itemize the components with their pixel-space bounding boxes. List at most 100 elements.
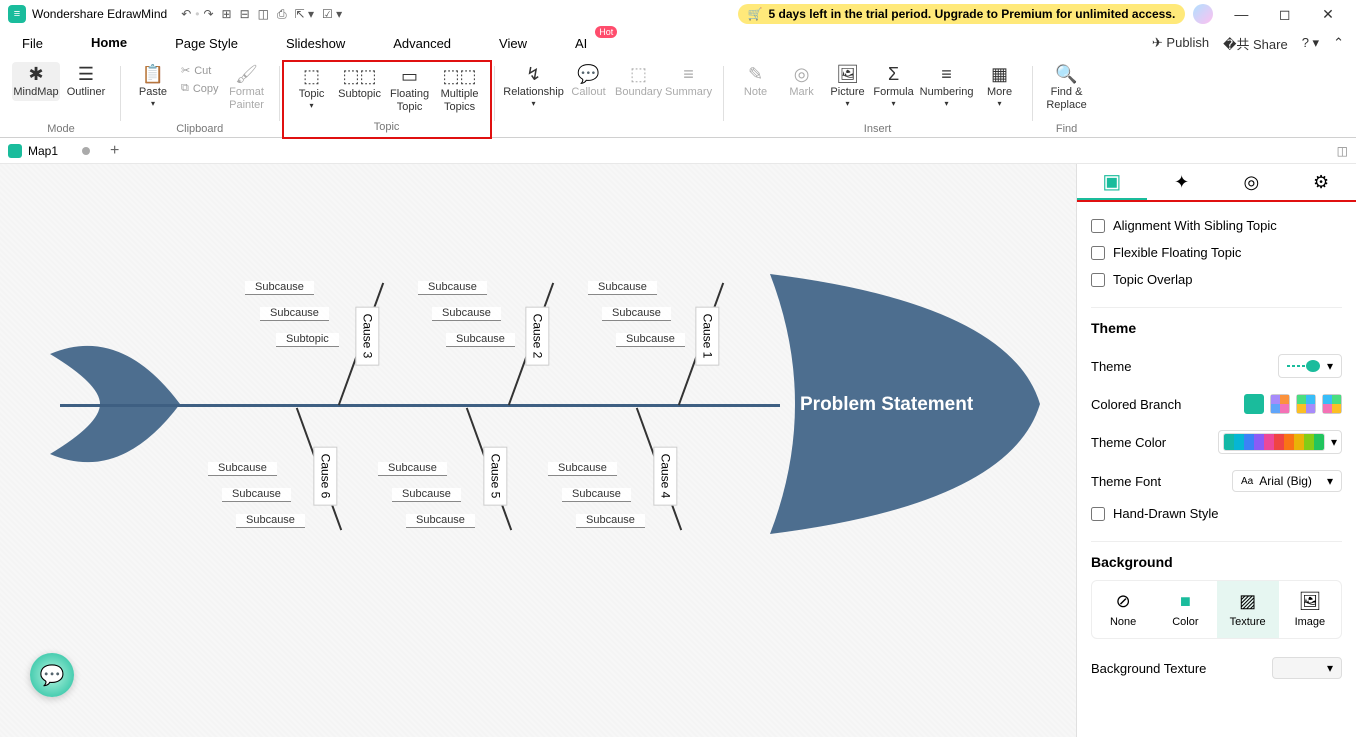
cause-label[interactable]: Cause 3 — [355, 307, 379, 366]
redo-icon[interactable]: ↷ — [203, 7, 213, 21]
alignment-checkbox[interactable]: Alignment With Sibling Topic — [1091, 212, 1342, 239]
problem-statement-node[interactable]: Problem Statement — [800, 394, 973, 416]
paste-button[interactable]: 📋Paste▾ — [131, 62, 175, 114]
subcause-node[interactable]: Subcause — [446, 333, 515, 347]
subcause-node[interactable]: Subcause — [208, 462, 277, 476]
canvas[interactable]: Problem Statement Cause 3 Subcause Subca… — [0, 164, 1076, 737]
ai-chat-fab[interactable]: 💬 — [30, 653, 74, 697]
panel-toggle-icon[interactable]: ◫ — [1337, 144, 1348, 158]
undo-icon[interactable]: ↶ — [181, 7, 191, 21]
close-icon[interactable]: ✕ — [1308, 6, 1348, 23]
subcause-node[interactable]: Subtopic — [276, 333, 339, 347]
picture-button[interactable]: 🖼Picture▾ — [826, 62, 870, 111]
summary-button[interactable]: ≡Summary — [665, 62, 713, 111]
menu-file[interactable]: File — [12, 32, 53, 55]
boundary-button[interactable]: ⬚Boundary — [615, 62, 663, 111]
bg-image-tab[interactable]: 🖼Image — [1279, 581, 1341, 638]
note-button[interactable]: ✎Note — [734, 62, 778, 111]
cause-label[interactable]: Cause 2 — [525, 307, 549, 366]
branch-swatch[interactable] — [1244, 394, 1264, 414]
background-heading: Background — [1091, 554, 1342, 570]
qa-print-icon[interactable]: ⎙ — [277, 7, 287, 22]
branch-swatch[interactable] — [1296, 394, 1316, 414]
publish-button[interactable]: ✈ Publish — [1152, 35, 1209, 51]
qa-save-icon[interactable]: ◫ — [258, 7, 269, 21]
qa-open-icon[interactable]: ⊟ — [240, 7, 250, 21]
subcause-node[interactable]: Subcause — [548, 462, 617, 476]
theme-font-label: Theme Font — [1091, 474, 1161, 489]
subcause-node[interactable]: Subcause — [378, 462, 447, 476]
subcause-node[interactable]: Subcause — [616, 333, 685, 347]
subcause-node[interactable]: Subcause — [418, 281, 487, 295]
mark-button[interactable]: ◎Mark — [780, 62, 824, 111]
subcause-node[interactable]: Subcause — [236, 514, 305, 528]
bg-none-tab[interactable]: ⊘None — [1092, 581, 1154, 638]
subcause-node[interactable]: Subcause — [222, 488, 291, 502]
subcause-node[interactable]: Subcause — [245, 281, 314, 295]
subtopic-button[interactable]: ⬚⬚Subtopic — [336, 64, 384, 116]
qa-export-icon[interactable]: ⇱ ▾ — [295, 7, 314, 21]
qa-new-icon[interactable]: ⊞ — [222, 7, 232, 21]
side-tab-style[interactable]: ✦ — [1147, 164, 1217, 200]
subcause-node[interactable]: Subcause — [602, 307, 671, 321]
help-icon[interactable]: ? ▾ — [1302, 35, 1319, 51]
outliner-mode-button[interactable]: ☰Outliner — [62, 62, 110, 101]
cause-label[interactable]: Cause 1 — [695, 307, 719, 366]
menu-home[interactable]: Home — [81, 31, 137, 56]
branch-swatch[interactable] — [1270, 394, 1290, 414]
new-tab-button[interactable]: + — [110, 142, 119, 160]
mindmap-mode-button[interactable]: ✱MindMap — [12, 62, 60, 101]
format-painter-button[interactable]: 🖌Format Painter — [225, 62, 269, 114]
topic-button[interactable]: ⬚Topic▾ — [290, 64, 334, 116]
subcause-node[interactable]: Subcause — [576, 514, 645, 528]
subcause-node[interactable]: Subcause — [432, 307, 501, 321]
doc-tab-label[interactable]: Map1 — [28, 144, 58, 158]
menu-advanced[interactable]: Advanced — [383, 32, 461, 55]
flexible-floating-checkbox[interactable]: Flexible Floating Topic — [1091, 239, 1342, 266]
floating-topic-button[interactable]: ▭Floating Topic — [386, 64, 434, 116]
cause-label[interactable]: Cause 4 — [653, 447, 677, 506]
topic-overlap-checkbox[interactable]: Topic Overlap — [1091, 266, 1342, 293]
cut-button[interactable]: ✂Cut — [177, 62, 223, 79]
avatar[interactable] — [1193, 4, 1213, 24]
formula-button[interactable]: ΣFormula▾ — [872, 62, 916, 111]
side-tab-mark[interactable]: ◎ — [1217, 164, 1287, 200]
side-tab-layout[interactable]: ▣ — [1077, 164, 1147, 200]
side-tab-settings[interactable]: ⚙ — [1286, 164, 1356, 200]
subcause-node[interactable]: Subcause — [406, 514, 475, 528]
bg-texture-select[interactable]: ▾ — [1272, 657, 1342, 679]
relationship-button[interactable]: ↯Relationship▾ — [505, 62, 563, 111]
find-icon: 🔍 — [1055, 64, 1077, 86]
menu-view[interactable]: View — [489, 32, 537, 55]
menu-ai[interactable]: AI Hot — [565, 32, 597, 55]
multiple-topics-button[interactable]: ⬚⬚Multiple Topics — [436, 64, 484, 116]
theme-select[interactable]: ▾ — [1278, 354, 1342, 378]
subcause-node[interactable]: Subcause — [392, 488, 461, 502]
subcause-node[interactable]: Subcause — [562, 488, 631, 502]
numbering-button[interactable]: ≡Numbering▾ — [918, 62, 976, 111]
subcause-node[interactable]: Subcause — [588, 281, 657, 295]
subcause-node[interactable]: Subcause — [260, 307, 329, 321]
maximize-icon[interactable]: ◻ — [1265, 6, 1305, 23]
trial-banner[interactable]: 🛒 5 days left in the trial period. Upgra… — [738, 4, 1186, 24]
find-replace-button[interactable]: 🔍Find & Replace — [1043, 62, 1091, 114]
cause-label[interactable]: Cause 6 — [313, 447, 337, 506]
bg-texture-tab[interactable]: ▨Texture — [1217, 581, 1279, 638]
menu-slideshow[interactable]: Slideshow — [276, 32, 355, 55]
copy-button[interactable]: ⧉Copy — [177, 80, 223, 97]
theme-color-select[interactable]: ▾ — [1218, 430, 1342, 454]
branch-swatch[interactable] — [1322, 394, 1342, 414]
cause-label[interactable]: Cause 5 — [483, 447, 507, 506]
collapse-ribbon-icon[interactable]: ⌃ — [1333, 35, 1344, 51]
ribbon-find-label: Find — [1056, 123, 1077, 137]
hand-drawn-checkbox[interactable]: Hand-Drawn Style — [1091, 500, 1342, 527]
qa-more-icon[interactable]: ☑ ▾ — [322, 7, 342, 21]
menu-pagestyle[interactable]: Page Style — [165, 32, 248, 55]
callout-button[interactable]: 💬Callout — [565, 62, 613, 111]
bg-color-tab[interactable]: ■Color — [1154, 581, 1216, 638]
topic-icon: ⬚ — [303, 66, 320, 88]
theme-font-select[interactable]: AaArial (Big)▾ — [1232, 470, 1342, 492]
share-button[interactable]: �共 Share — [1223, 34, 1288, 53]
minimize-icon[interactable]: — — [1221, 6, 1261, 22]
more-button[interactable]: ▦More▾ — [978, 62, 1022, 111]
